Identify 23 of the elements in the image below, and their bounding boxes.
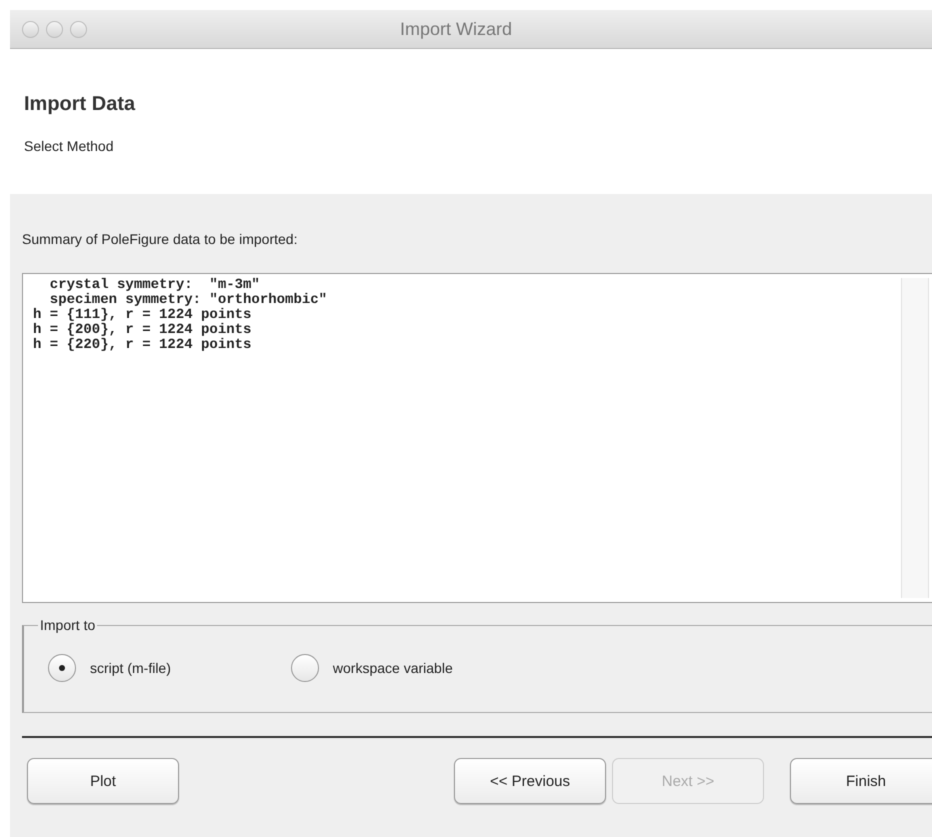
summary-text-area[interactable]: crystal symmetry: "m-3m" specimen symmetry: "orthorhombic" h = {111}, r = 1224 points h = {200}, r = 1224 points h = {220}, r = 1224 points (22, 273, 932, 603)
summary-line: h = {111}, r = 1224 points (33, 308, 252, 323)
group-label: Import to (38, 617, 98, 633)
radio-option[interactable]: workspace variable (290, 654, 453, 682)
summary-line: specimen symmetry: "orthorhombic" (48, 293, 328, 308)
summary-line: crystal symmetry: "m-3m" (48, 278, 260, 293)
wizard-button[interactable]: Finish (790, 758, 932, 804)
page-subtitle: Select Method (24, 138, 114, 154)
page-title: Import Data (24, 93, 136, 116)
radio-label[interactable]: workspace variable (332, 660, 453, 676)
summary-line: h = {200}, r = 1224 points (33, 323, 252, 338)
radio-option[interactable]: script (m-file) (48, 654, 171, 682)
window-title: Import Wizard (400, 18, 514, 40)
minimize-button[interactable] (46, 20, 63, 38)
radio-button[interactable] (48, 654, 76, 682)
radio-button[interactable] (290, 654, 319, 682)
close-button[interactable] (22, 20, 39, 38)
zoom-button[interactable] (70, 20, 87, 38)
wizard-button[interactable]: Plot (27, 758, 179, 804)
wizard-button[interactable]: << Previous (454, 758, 606, 804)
radio-label[interactable]: script (m-file) (90, 660, 171, 676)
summary-line: h = {220}, r = 1224 points (33, 338, 252, 353)
summary-label: Summary of PoleFigure data to be imported: (22, 231, 298, 247)
